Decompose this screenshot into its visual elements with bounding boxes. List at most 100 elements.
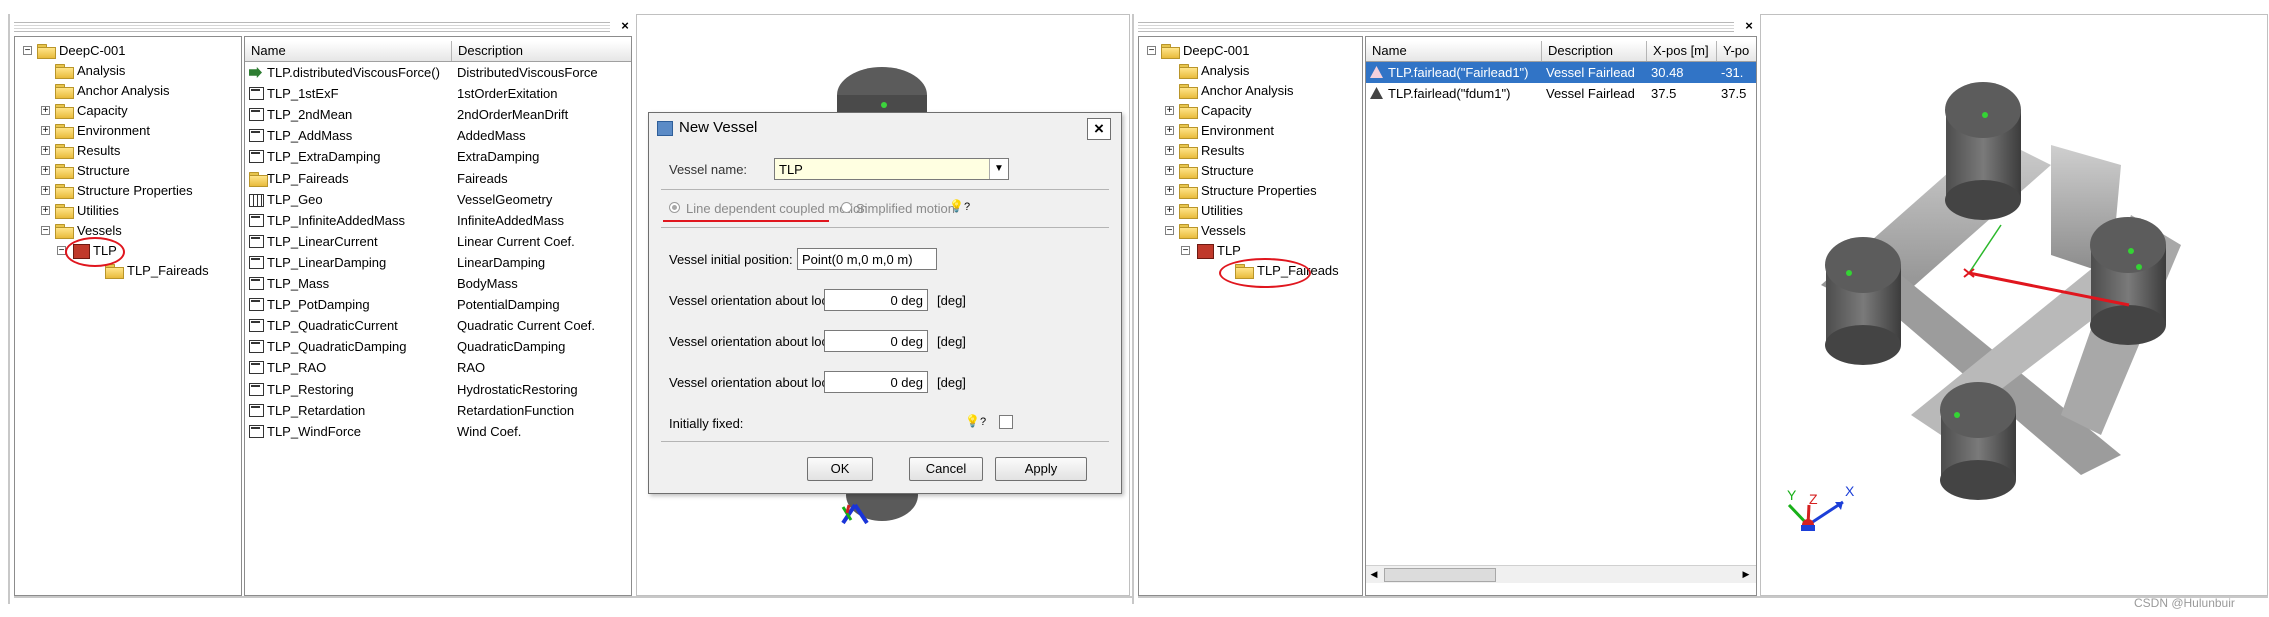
- list-item[interactable]: TLP_Mass BodyMass: [245, 273, 631, 294]
- fixed-checkbox[interactable]: [999, 415, 1013, 429]
- list-item-description: ExtraDamping: [457, 149, 540, 165]
- collapse-icon[interactable]: −: [1147, 46, 1156, 56]
- fixed-label: Initially fixed:: [669, 416, 744, 431]
- list-item[interactable]: TLP_2ndMean 2ndOrderMeanDrift: [245, 104, 631, 125]
- help-bulb-icon[interactable]: 💡?: [949, 199, 970, 215]
- row-description: Vessel Fairlead: [1546, 65, 1635, 80]
- collapse-icon[interactable]: −: [23, 46, 32, 56]
- folder-icon: [55, 104, 74, 119]
- table-icon: [249, 129, 264, 143]
- list-item-description: RetardationFunction: [457, 402, 575, 418]
- rot-x-field[interactable]: 0 deg: [824, 289, 928, 311]
- expand-icon[interactable]: +: [41, 166, 50, 176]
- expand-icon[interactable]: +: [1165, 146, 1174, 156]
- list-item-description: DistributedViscousForce: [457, 65, 598, 80]
- list-item-name: TLP_1stExF: [267, 86, 339, 102]
- table-row[interactable]: TLP.fairlead("fdum1") Vessel Fairlead 37.5…: [1366, 83, 1756, 104]
- column-header-x-pos[interactable]: X-pos [m]: [1647, 41, 1717, 61]
- expand-icon[interactable]: +: [1165, 126, 1174, 136]
- list-item[interactable]: TLP_1stExF 1stOrderExitation: [245, 83, 631, 104]
- apply-button[interactable]: Apply: [995, 457, 1087, 481]
- folder-icon: [105, 264, 124, 279]
- row-x-pos: 37.5: [1651, 86, 1677, 101]
- scroll-right-icon[interactable]: ▶: [1740, 568, 1752, 580]
- list-item[interactable]: TLP_LinearDamping LinearDamping: [245, 252, 631, 273]
- collapse-icon[interactable]: −: [1181, 246, 1190, 256]
- folder-icon: [55, 164, 74, 179]
- left-object-list[interactable]: Name Description TLP.distributedViscousF…: [244, 36, 632, 596]
- radio-simplified-label: Simplified motion: [856, 201, 955, 216]
- collapse-icon[interactable]: −: [1165, 226, 1174, 236]
- right-object-list[interactable]: Name Description X-pos [m] Y-po TLP.fair…: [1365, 36, 1757, 596]
- collapse-icon[interactable]: −: [41, 226, 50, 236]
- close-icon[interactable]: ×: [618, 19, 632, 33]
- tlp-3d-model: [1787, 82, 2181, 531]
- expand-icon[interactable]: +: [1165, 206, 1174, 216]
- column-header-description[interactable]: Description: [1542, 41, 1647, 61]
- list-item[interactable]: TLP.distributedViscousForce() Distributed…: [245, 62, 631, 83]
- expand-icon[interactable]: +: [1165, 186, 1174, 196]
- vessel-name-combobox[interactable]: TLP ▼: [774, 158, 1009, 180]
- folder-icon: [249, 171, 268, 187]
- list-item[interactable]: TLP_Geo VesselGeometry: [245, 189, 631, 210]
- expand-icon[interactable]: +: [41, 106, 50, 116]
- watermark: CSDN @Hulunbuir: [2134, 596, 2235, 610]
- axis-label-y: Y: [1787, 487, 1797, 503]
- list-item[interactable]: TLP_InfiniteAddedMass InfiniteAddedMass: [245, 210, 631, 231]
- table-row[interactable]: TLP.fairlead("Fairlead1") Vessel Fairlead…: [1366, 62, 1756, 83]
- list-item[interactable]: TLP_Restoring HydrostaticRestoring: [245, 379, 631, 400]
- folder-icon: [1179, 224, 1198, 239]
- radio-simplified-motion[interactable]: [841, 202, 852, 213]
- tree-item-label: Vessels: [1201, 223, 1246, 238]
- viewport-3d-right[interactable]: Y Z X: [1760, 14, 2268, 596]
- expand-icon[interactable]: +: [41, 146, 50, 156]
- rot-z-unit: [deg]: [937, 375, 966, 390]
- help-bulb-icon-2[interactable]: 💡?: [965, 414, 986, 428]
- dialog-title: New Vessel: [679, 119, 758, 136]
- list-item[interactable]: TLP_QuadraticCurrent Quadratic Current Co…: [245, 315, 631, 336]
- list-item-description: HydrostaticRestoring: [457, 381, 578, 397]
- expand-icon[interactable]: +: [41, 206, 50, 216]
- horizontal-scrollbar[interactable]: ◀ ▶: [1366, 565, 1756, 583]
- expand-icon[interactable]: +: [1165, 106, 1174, 116]
- list-item[interactable]: TLP_PotDamping PotentialDamping: [245, 294, 631, 315]
- column-header-name[interactable]: Name: [1366, 41, 1542, 61]
- expand-icon[interactable]: +: [1165, 166, 1174, 176]
- table-icon: [249, 424, 264, 438]
- column-header-description[interactable]: Description: [452, 41, 631, 61]
- tree-item-label: Results: [77, 143, 121, 158]
- list-item[interactable]: TLP_QuadraticDamping QuadraticDamping: [245, 336, 631, 357]
- list-item[interactable]: TLP_LinearCurrent Linear Current Coef.: [245, 231, 631, 252]
- right-tree-view[interactable]: − DeepC-001 Analysis Anchor Analysis + Capaci…: [1138, 36, 1363, 596]
- list-item-name: TLP_2ndMean: [267, 107, 353, 123]
- list-item[interactable]: TLP_WindForce Wind Coef.: [245, 421, 631, 442]
- folder-icon: [1179, 144, 1198, 159]
- cancel-button[interactable]: Cancel: [909, 457, 983, 481]
- scroll-left-icon[interactable]: ◀: [1368, 568, 1380, 580]
- left-tree-view[interactable]: − DeepC-001 Analysis Anchor Analysis + Capaci…: [14, 36, 242, 596]
- rot-y-field[interactable]: 0 deg: [824, 330, 928, 352]
- position-field[interactable]: Point(0 m,0 m,0 m): [797, 248, 937, 270]
- tree-item-label: Utilities: [77, 203, 119, 218]
- list-item[interactable]: TLP_Retardation RetardationFunction: [245, 400, 631, 421]
- column-header-name[interactable]: Name: [245, 41, 452, 61]
- expand-icon[interactable]: +: [41, 186, 50, 196]
- list-item[interactable]: TLP_ExtraDamping ExtraDamping: [245, 146, 631, 167]
- dialog-close-button[interactable]: ×: [1087, 118, 1111, 140]
- row-y-pos: 37.5: [1721, 86, 1747, 101]
- chevron-down-icon[interactable]: ▼: [989, 159, 1008, 179]
- scroll-thumb[interactable]: [1384, 568, 1496, 582]
- expand-icon[interactable]: +: [41, 126, 50, 136]
- rot-z-field[interactable]: 0 deg: [824, 371, 928, 393]
- list-item-name: TLP_RAO: [267, 360, 327, 376]
- list-item[interactable]: TLP_RAO RAO: [245, 357, 631, 378]
- table-icon: [249, 319, 264, 333]
- list-item[interactable]: TLP_Faireads Faireads: [245, 168, 631, 189]
- list-item-name: TLP_LinearDamping: [267, 254, 387, 270]
- list-item[interactable]: TLP_AddMass AddedMass: [245, 125, 631, 146]
- table-icon: [249, 87, 264, 101]
- close-icon[interactable]: ×: [1742, 19, 1756, 33]
- column-header-y-pos[interactable]: Y-po: [1717, 41, 1756, 61]
- ok-button[interactable]: OK: [807, 457, 873, 481]
- table-icon: [249, 234, 264, 248]
